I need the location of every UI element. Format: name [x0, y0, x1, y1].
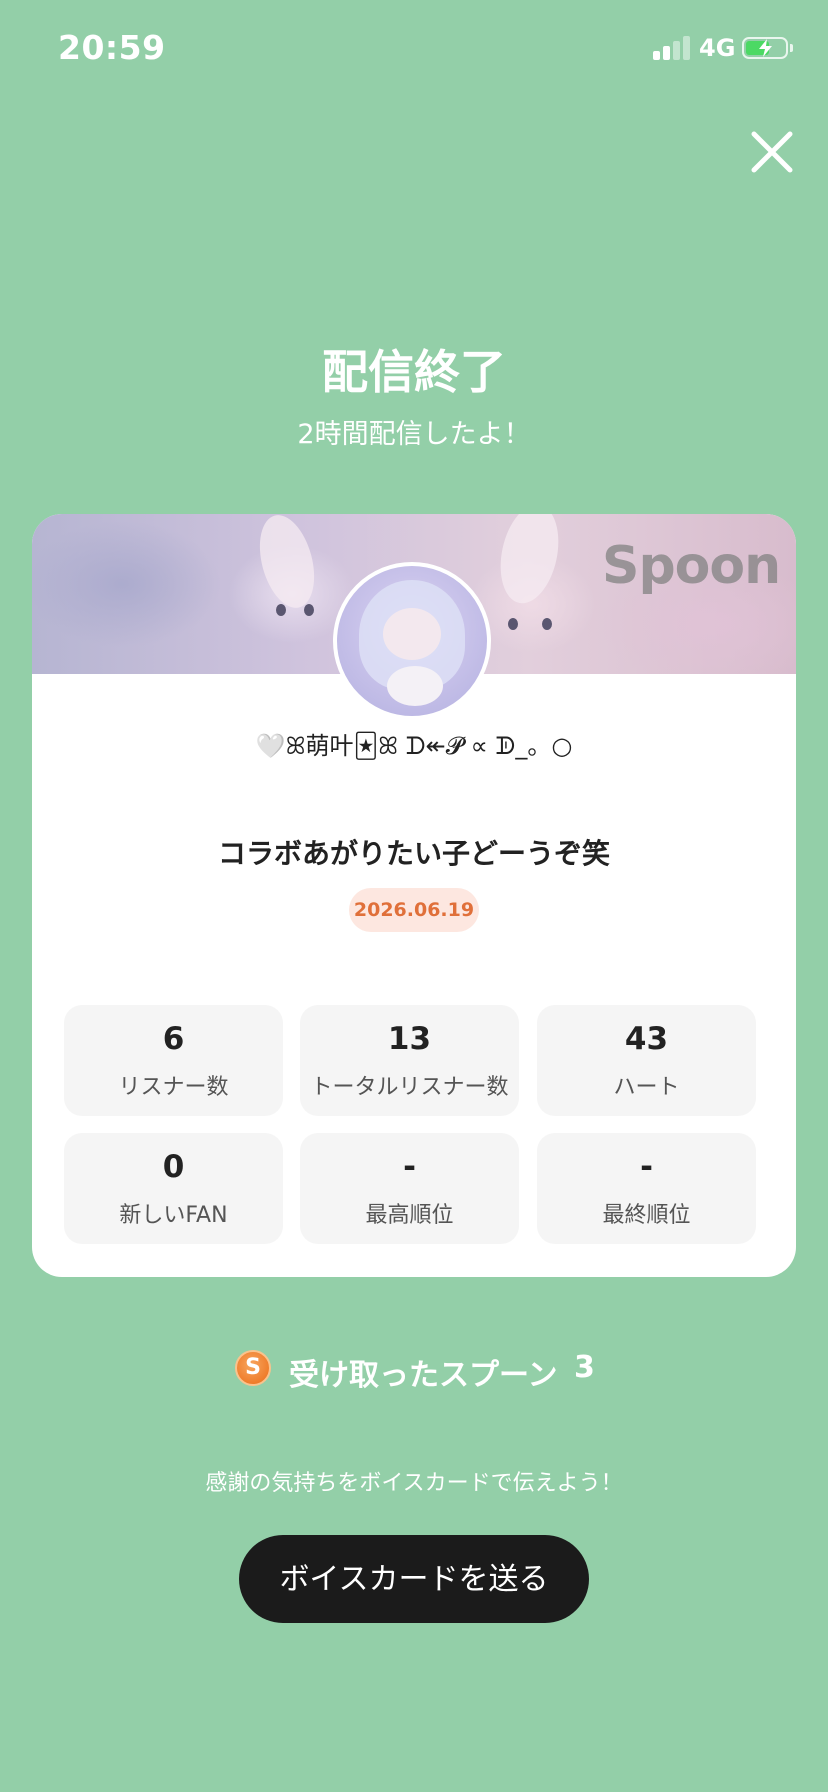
battery-icon — [742, 37, 788, 59]
avatar[interactable] — [333, 562, 491, 720]
stat-highest-rank: - 最高順位 — [300, 1133, 519, 1244]
stat-hearts: 43 ハート — [537, 1005, 756, 1116]
charging-bolt-icon — [759, 39, 772, 57]
spoons-received-count: 3 — [574, 1350, 595, 1385]
signal-strength-icon — [653, 36, 690, 60]
stat-value: 43 — [624, 1021, 669, 1057]
stat-total-listeners: 13 トータルリスナー数 — [300, 1005, 519, 1116]
stream-title: コラボあがりたい子どーうぞ笑 — [217, 837, 610, 870]
close-button[interactable] — [746, 126, 798, 178]
username: 🤍ꕤ萌叶🃏ꕤ ᗪ↞𝓟 ∝ ᗫ_。○ — [255, 732, 573, 760]
spoons-received-label: 受け取ったスプーン — [289, 1358, 558, 1393]
stat-value: 13 — [387, 1021, 432, 1057]
network-type: 4G — [699, 34, 736, 62]
stat-value: 0 — [162, 1149, 185, 1185]
stat-label: 最終順位 — [602, 1203, 691, 1228]
stream-date-badge: 2026.06.19 — [349, 888, 479, 932]
broadcast-summary-card: Spoon 🤍ꕤ萌叶🃏ꕤ ᗪ↞𝓟 ∝ ᗫ_。○ コラボあがりたい子どーうぞ笑 2… — [32, 514, 796, 1277]
status-time: 20:59 — [58, 28, 166, 67]
status-bar: 20:59 4G — [0, 0, 828, 100]
send-voice-card-button[interactable]: ボイスカードを送る — [239, 1535, 589, 1623]
spoon-coin-icon: S — [235, 1350, 271, 1386]
stat-label: 最高順位 — [365, 1203, 454, 1228]
stat-listeners: 6 リスナー数 — [64, 1005, 283, 1116]
stat-label: ハート — [613, 1075, 680, 1100]
stat-value: 6 — [162, 1021, 185, 1057]
thanks-message: 感謝の気持ちをボイスカードで伝えよう！ — [205, 1471, 623, 1496]
stat-new-fans: 0 新しいFAN — [64, 1133, 283, 1244]
stat-value: - — [640, 1149, 653, 1185]
stat-label: トータルリスナー数 — [310, 1075, 509, 1100]
spoon-watermark-logo: Spoon — [602, 536, 781, 596]
stat-label: リスナー数 — [118, 1075, 229, 1100]
battery-cap — [790, 44, 793, 52]
stat-value: - — [403, 1149, 416, 1185]
close-icon — [751, 131, 793, 173]
spoons-received-row: S 受け取ったスプーン 3 — [0, 1350, 828, 1393]
stat-final-rank: - 最終順位 — [537, 1133, 756, 1244]
page-subtitle: 2時間配信したよ！ — [297, 419, 531, 450]
stat-label: 新しいFAN — [119, 1203, 228, 1228]
page-title: 配信終了 — [322, 345, 506, 399]
